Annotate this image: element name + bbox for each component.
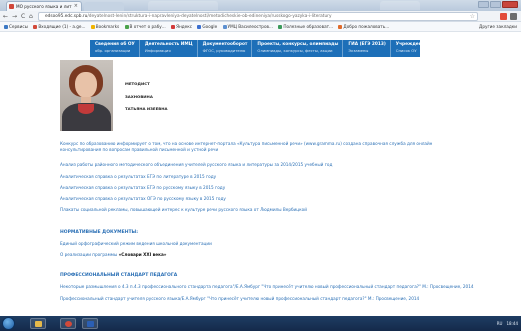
url-path: /deyatelnost-lenin/struktura-i-napravlen… — [87, 14, 332, 19]
word-icon[interactable] — [82, 318, 98, 329]
browser-tab-active[interactable]: МО русского языка и лит × — [6, 1, 82, 11]
menu-item-title: Сведения об ОУ — [95, 42, 135, 47]
reload-icon[interactable]: C — [21, 13, 25, 20]
bookmark-item[interactable]: УМЦ Василеостров... — [222, 22, 273, 31]
section-heading-normative: Нормативные документы: — [60, 230, 139, 235]
profile-name: ТАТЬЯНА ИЗЕЕВНА — [125, 106, 168, 111]
chrome-icon[interactable] — [60, 318, 76, 329]
other-bookmarks[interactable]: Другие закладки — [479, 22, 517, 31]
profile-info: МЕТОДИСТ ЗАХНОВИНА ТАТЬЯНА ИЗЕЕВНА — [125, 81, 167, 119]
window-close-icon[interactable] — [502, 1, 518, 8]
favicon-icon — [9, 4, 14, 9]
content-link[interactable]: Единый орфографический режим ведения шко… — [60, 241, 212, 247]
maximize-icon[interactable] — [490, 1, 501, 8]
address-toolbar: ← → C ⌂ edsoo95.edc.spb.ru/deyatelnost-l… — [0, 11, 521, 22]
content-link[interactable]: Аналитическая справка о результатах ЕГЭ … — [60, 174, 216, 180]
back-icon[interactable]: ← — [3, 13, 8, 20]
site-main-menu: Сведения об ОУ обр. организации Деятельн… — [90, 40, 427, 57]
forward-icon[interactable]: → — [12, 13, 17, 20]
home-icon[interactable]: ⌂ — [29, 13, 33, 20]
close-tab-icon[interactable]: × — [74, 2, 78, 11]
language-indicator[interactable]: RU — [497, 318, 503, 329]
profile-photo — [60, 60, 113, 131]
bookmark-item[interactable]: Bookmarks — [90, 22, 119, 31]
new-tab-button[interactable] — [84, 2, 124, 11]
bookmark-icon — [33, 24, 38, 29]
address-bar[interactable]: edsoo95.edc.spb.ru/deyatelnost-lenin/str… — [38, 12, 478, 21]
window-controls — [478, 1, 518, 8]
bookmark-icon — [338, 24, 343, 29]
bookmark-item[interactable]: Входящие (1) - a.ge... — [33, 22, 85, 31]
section-heading-standard: Профессиональный стандарт педагога — [60, 273, 178, 278]
menu-item-documents[interactable]: Документооборот ФГОС, руководителю — [198, 40, 253, 57]
bookmark-icon — [222, 24, 227, 29]
bookmark-item[interactable]: Сервисы — [4, 22, 28, 31]
profile-surname: ЗАХНОВИНА — [125, 93, 153, 99]
menu-item-activity[interactable]: Деятельность ИМЦ Информация — [140, 40, 198, 57]
bookmark-icon — [278, 24, 283, 29]
profile-role: МЕТОДИСТ — [125, 81, 150, 86]
content-link[interactable]: Анализ работы районного методического об… — [60, 162, 332, 168]
minimize-icon[interactable] — [478, 1, 489, 8]
browser-tab-blurred[interactable] — [148, 1, 218, 10]
clock[interactable]: 18:44 — [506, 318, 518, 329]
bookmark-star-icon[interactable]: ☆ — [470, 13, 475, 20]
menu-item-exams[interactable]: ГИА (ЕГЭ 2013) Экзамены — [343, 40, 391, 57]
bookmark-item[interactable]: Добро пожаловать... — [338, 22, 389, 31]
menu-item-title: Проекты, конкурсы, олимпиады — [257, 42, 339, 47]
system-tray: RU 18:44 — [497, 318, 518, 329]
explorer-icon[interactable] — [30, 318, 46, 329]
bookmark-icon — [171, 24, 176, 29]
menu-item-subtitle: обр. организации — [95, 47, 131, 53]
browser-tab-blurred[interactable] — [380, 1, 420, 10]
bookmark-item[interactable]: В отчет о рабу... — [124, 22, 166, 31]
menu-item-title: ГИА (ЕГЭ 2013) — [348, 42, 386, 47]
menu-item-info[interactable]: Сведения об ОУ обр. организации — [90, 40, 140, 57]
bookmark-item[interactable]: Google — [197, 22, 217, 31]
bookmark-icon — [197, 24, 202, 29]
tab-title: МО русского языка и лит — [16, 4, 72, 9]
menu-item-title: Деятельность ИМЦ — [144, 42, 193, 47]
start-button-icon[interactable] — [2, 317, 15, 330]
extension-icon[interactable] — [500, 13, 507, 20]
menu-item-title: Учреждения — [395, 42, 428, 47]
content-link[interactable]: Некоторые размышления о 4.3 п.4.3 профес… — [60, 284, 474, 290]
bookmark-icon — [90, 24, 95, 29]
menu-item-projects[interactable]: Проекты, конкурсы, олимпиады Олимпиады, … — [252, 40, 344, 57]
bookmark-item[interactable]: Яндекс — [171, 22, 192, 31]
menu-item-institutions[interactable]: Учреждения Список ОУ — [391, 40, 432, 57]
content-link[interactable]: Конкурс по образованию информирует о том… — [60, 141, 460, 152]
bookmark-item[interactable]: Полезные образоват... — [278, 22, 333, 31]
menu-item-title: Документооборот — [202, 42, 248, 47]
bookmark-icon — [124, 24, 129, 29]
url-domain: edsoo95.edc.spb.ru — [45, 14, 88, 19]
content-link[interactable]: Профессиональный стандарт учителя русско… — [60, 296, 419, 302]
bookmark-icon — [4, 24, 8, 29]
menu-item-subtitle: Олимпиады, конкурсы, фесты, акции — [257, 47, 333, 53]
bookmarks-bar: Сервисы Входящие (1) - a.ge... Bookmarks… — [0, 22, 521, 32]
content-link[interactable]: Аналитическая справка о результатах ОГЭ … — [60, 196, 226, 202]
content-link[interactable]: О реализации программы «Словари XXI века… — [60, 252, 167, 258]
menu-item-subtitle: ФГОС, руководителю — [202, 47, 246, 53]
content-link[interactable]: Аналитическая справка о результатах ЕГЭ … — [60, 185, 225, 191]
menu-icon[interactable] — [510, 13, 517, 20]
extension-icons — [500, 13, 517, 20]
content-link[interactable]: Плакаты социальной рекламы, повышающей и… — [60, 207, 307, 213]
browser-tab-bar: МО русского языка и лит × — [0, 0, 521, 11]
taskbar: RU 18:44 — [0, 316, 521, 331]
menu-item-subtitle: Экзамены — [348, 47, 369, 53]
menu-item-subtitle: Список ОУ — [395, 47, 417, 53]
menu-item-subtitle: Информация — [144, 47, 171, 53]
